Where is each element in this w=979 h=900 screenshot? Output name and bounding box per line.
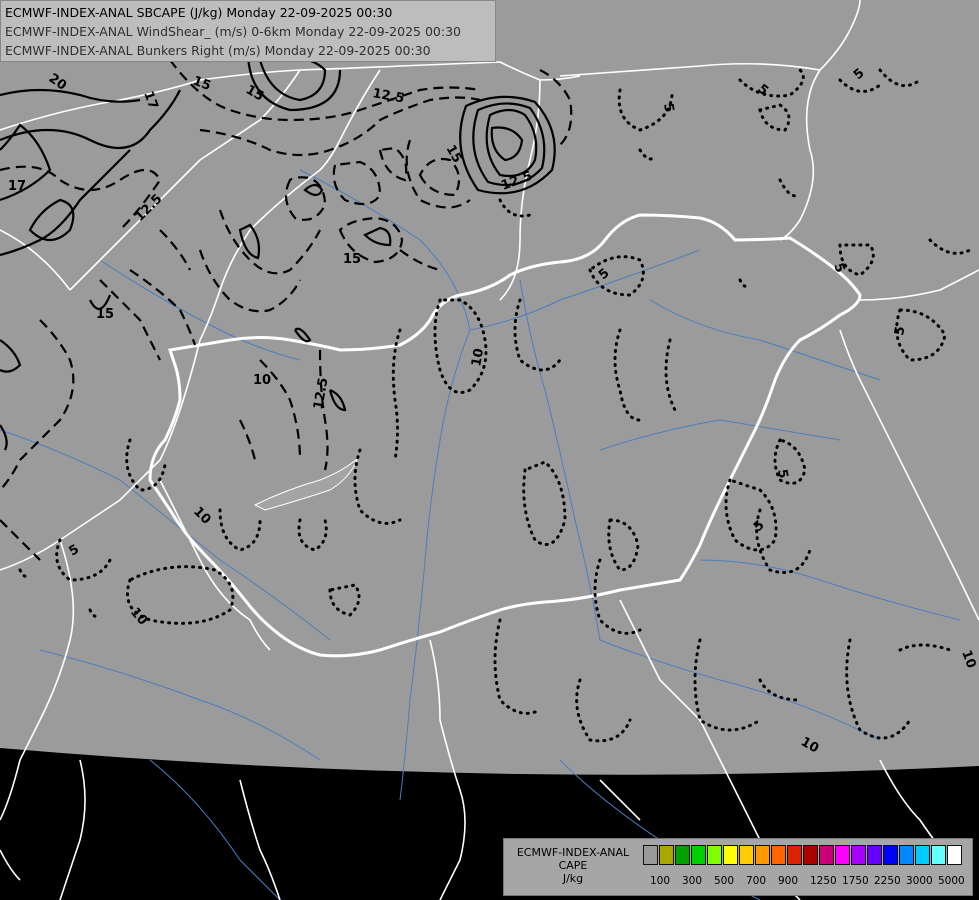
legend-swatch xyxy=(755,845,770,865)
title-bunkers: ECMWF-INDEX-ANAL Bunkers Right (m/s) Mon… xyxy=(5,43,431,58)
legend-swatch xyxy=(739,845,754,865)
legend-color-scale xyxy=(643,845,963,867)
legend-tick-label: 900 xyxy=(778,875,799,887)
legend-tick-label: 3000 xyxy=(906,875,933,887)
legend-swatch xyxy=(835,845,850,865)
contour-label: 15 xyxy=(343,252,361,267)
legend-swatch xyxy=(691,845,706,865)
legend-swatch xyxy=(675,845,690,865)
legend-swatch xyxy=(851,845,866,865)
legend-tick-label: 5000 xyxy=(938,875,965,887)
legend-swatch xyxy=(883,845,898,865)
legend-swatch xyxy=(915,845,930,865)
contour-label: 17 xyxy=(8,179,26,194)
legend-swatch xyxy=(899,845,914,865)
legend-tick-label: 1750 xyxy=(842,875,869,887)
contour-label: 10 xyxy=(253,373,271,388)
legend-swatch xyxy=(771,845,786,865)
legend-title: ECMWF-INDEX-ANAL CAPE J/kg xyxy=(508,846,638,885)
legend-swatch xyxy=(707,845,722,865)
legend-title-variable: CAPE xyxy=(558,859,588,872)
title-windshear: ECMWF-INDEX-ANAL WindShear_ (m/s) 0-6km … xyxy=(5,24,461,39)
legend-tick-label: 1250 xyxy=(810,875,837,887)
weather-map: 20 17 17 15 15 15 15 15 12.5 12.5 12.5 1… xyxy=(0,0,979,900)
legend-tick-label: 500 xyxy=(714,875,735,887)
cape-legend: ECMWF-INDEX-ANAL CAPE J/kg 100 300 500 700 9… xyxy=(503,838,973,896)
legend-title-unit: J/kg xyxy=(562,872,584,885)
legend-swatch xyxy=(643,845,658,865)
map-title-box: ECMWF-INDEX-ANAL SBCAPE (J/kg) Monday 22… xyxy=(0,0,496,62)
legend-swatch xyxy=(803,845,818,865)
contour-label: 10 xyxy=(469,347,487,367)
legend-tick-label: 2250 xyxy=(874,875,901,887)
legend-tick-label: 100 xyxy=(650,875,671,887)
legend-swatch xyxy=(931,845,946,865)
legend-swatch xyxy=(947,845,962,865)
legend-swatch xyxy=(819,845,834,865)
title-sbcape: ECMWF-INDEX-ANAL SBCAPE (J/kg) Monday 22… xyxy=(5,5,393,20)
legend-title-source: ECMWF-INDEX-ANAL xyxy=(516,846,630,859)
legend-tick-label: 300 xyxy=(682,875,703,887)
legend-swatch xyxy=(787,845,802,865)
legend-tick-labels: 100 300 500 700 900 1250 1750 2250 3000 5000 xyxy=(644,875,969,889)
legend-swatch xyxy=(723,845,738,865)
legend-swatch xyxy=(659,845,674,865)
contour-label: 15 xyxy=(96,307,114,322)
legend-tick-label: 700 xyxy=(746,875,767,887)
legend-swatch xyxy=(867,845,882,865)
